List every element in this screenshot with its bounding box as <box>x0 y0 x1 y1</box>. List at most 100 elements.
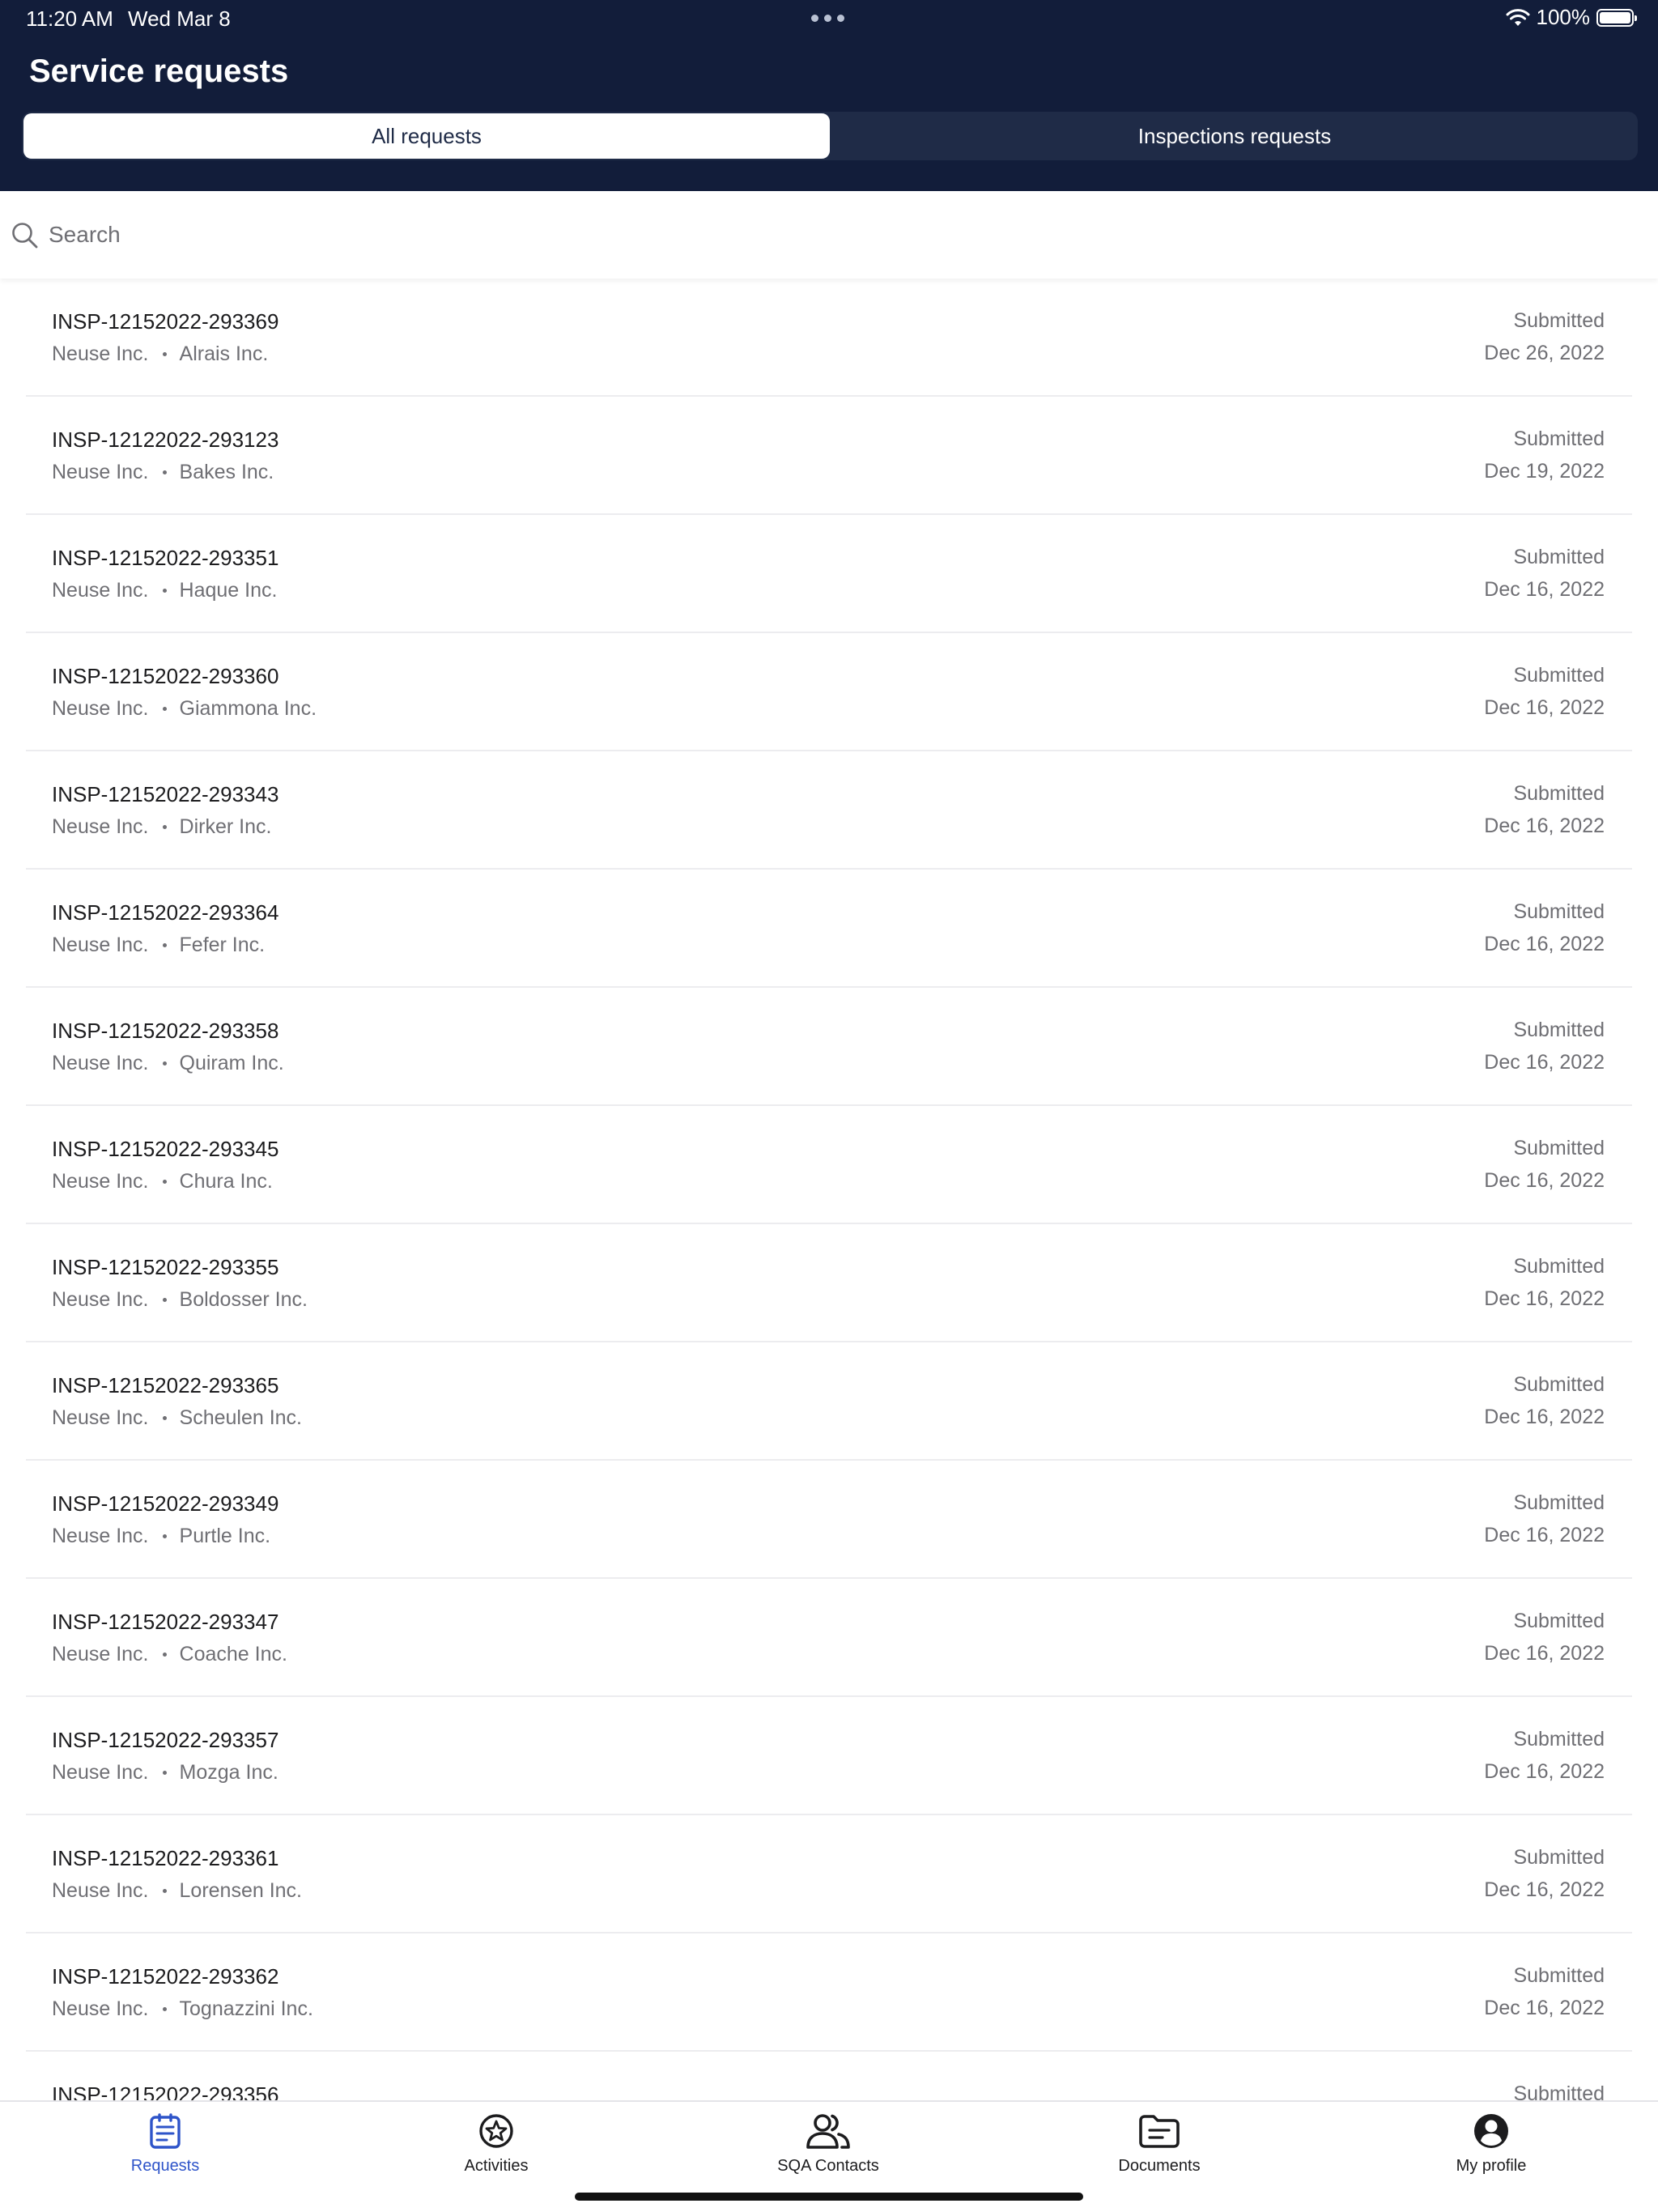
separator-dot-icon <box>162 1180 167 1184</box>
request-to: Haque Inc. <box>179 579 278 602</box>
request-status: Submitted <box>1513 900 1605 923</box>
wifi-icon <box>1506 8 1530 27</box>
request-parties: Neuse Inc. Fefer Inc. <box>52 934 265 957</box>
request-row[interactable]: INSP-12152022-293361 Neuse Inc. Lorensen … <box>0 1815 1658 1933</box>
request-from: Neuse Inc. <box>52 934 149 956</box>
request-parties: Neuse Inc. Haque Inc. <box>52 579 277 602</box>
request-id: INSP-12152022-293347 <box>52 1610 279 1634</box>
request-from: Neuse Inc. <box>52 579 149 602</box>
request-status: Submitted <box>1513 782 1605 805</box>
request-date: Dec 16, 2022 <box>1484 578 1605 601</box>
request-status: Submitted <box>1513 1255 1605 1278</box>
request-row[interactable]: INSP-12152022-293351 Neuse Inc. Haque Inc… <box>0 515 1658 633</box>
request-to: Tognazzini Inc. <box>179 1997 313 2020</box>
separator-dot-icon <box>162 1771 167 1775</box>
tab-label: Requests <box>130 2157 200 2175</box>
folder-icon <box>1138 2112 1180 2150</box>
tab-inspections-requests[interactable]: Inspections requests <box>831 112 1638 160</box>
request-status: Submitted <box>1513 664 1605 687</box>
request-id: INSP-12152022-293345 <box>52 1137 279 1161</box>
request-status: Submitted <box>1513 1491 1605 1514</box>
tab-label: SQA Contacts <box>777 2157 879 2175</box>
status-time: 11:20 AM <box>26 6 113 31</box>
request-row[interactable]: INSP-12152022-293357 Neuse Inc. Mozga Inc… <box>0 1697 1658 1815</box>
request-row[interactable]: INSP-12152022-293358 Neuse Inc. Quiram In… <box>0 988 1658 1106</box>
tab-sqa-contacts[interactable]: SQA Contacts <box>723 2102 933 2183</box>
request-id: INSP-12152022-293351 <box>52 546 279 570</box>
request-row[interactable]: INSP-12152022-293355 Neuse Inc. Boldosser… <box>0 1224 1658 1342</box>
request-status: Submitted <box>1513 1019 1605 1041</box>
request-row[interactable]: INSP-12152022-293356 Submitted <box>0 2052 1658 2100</box>
search-icon <box>11 222 39 253</box>
request-to: Lorensen Inc. <box>179 1879 303 1902</box>
request-from: Neuse Inc. <box>52 1525 149 1547</box>
request-row[interactable]: INSP-12152022-293349 Neuse Inc. Purtle In… <box>0 1461 1658 1579</box>
request-parties: Neuse Inc. Quiram Inc. <box>52 1052 284 1075</box>
search-bar <box>0 191 1658 279</box>
separator-dot-icon <box>162 1298 167 1302</box>
request-id: INSP-12152022-293360 <box>52 664 279 688</box>
request-status: Submitted <box>1513 1610 1605 1632</box>
request-status: Submitted <box>1513 1728 1605 1750</box>
request-id: INSP-12152022-293357 <box>52 1728 279 1752</box>
separator-dot-icon <box>162 707 167 711</box>
request-date: Dec 16, 2022 <box>1484 696 1605 719</box>
request-date: Dec 16, 2022 <box>1484 1287 1605 1310</box>
separator-dot-icon <box>162 589 167 593</box>
request-id: INSP-12152022-293358 <box>52 1019 279 1043</box>
user-circle-icon <box>1473 2112 1509 2150</box>
separator-dot-icon <box>162 470 167 474</box>
request-from: Neuse Inc. <box>52 461 149 483</box>
page-title: Service requests <box>29 53 289 89</box>
request-row[interactable]: INSP-12152022-293369 Neuse Inc. Alrais In… <box>0 279 1658 397</box>
tab-activities[interactable]: Activities <box>391 2102 602 2183</box>
request-row[interactable]: INSP-12152022-293365 Neuse Inc. Scheulen … <box>0 1342 1658 1461</box>
request-parties: Neuse Inc. Scheulen Inc. <box>52 1406 302 1430</box>
request-row[interactable]: INSP-12152022-293364 Neuse Inc. Fefer Inc… <box>0 870 1658 988</box>
separator-dot-icon <box>162 825 167 829</box>
request-from: Neuse Inc. <box>52 1997 149 2020</box>
request-date: Dec 16, 2022 <box>1484 1524 1605 1546</box>
request-row[interactable]: INSP-12152022-293345 Neuse Inc. Chura Inc… <box>0 1106 1658 1224</box>
tab-my-profile[interactable]: My profile <box>1386 2102 1596 2183</box>
search-input[interactable] <box>49 217 1587 253</box>
tab-all-requests[interactable]: All requests <box>23 113 830 159</box>
request-id: INSP-12152022-293369 <box>52 309 279 334</box>
separator-dot-icon <box>162 1534 167 1538</box>
request-parties: Neuse Inc. Lorensen Inc. <box>52 1879 302 1903</box>
request-row[interactable]: INSP-12152022-293360 Neuse Inc. Giammona … <box>0 633 1658 751</box>
request-row[interactable]: INSP-12152022-293343 Neuse Inc. Dirker In… <box>0 751 1658 870</box>
request-row[interactable]: INSP-12152022-293362 Neuse Inc. Tognazzin… <box>0 1933 1658 2052</box>
request-date: Dec 16, 2022 <box>1484 815 1605 837</box>
request-status: Submitted <box>1513 1137 1605 1159</box>
separator-dot-icon <box>162 1061 167 1066</box>
request-date: Dec 16, 2022 <box>1484 1642 1605 1665</box>
request-parties: Neuse Inc. Tognazzini Inc. <box>52 1997 313 2021</box>
request-id: INSP-12152022-293355 <box>52 1255 279 1279</box>
battery-icon <box>1596 8 1637 27</box>
request-row[interactable]: INSP-12122022-293123 Neuse Inc. Bakes Inc… <box>0 397 1658 515</box>
request-from: Neuse Inc. <box>52 697 149 720</box>
separator-dot-icon <box>162 2007 167 2011</box>
request-parties: Neuse Inc. Mozga Inc. <box>52 1761 278 1784</box>
tab-requests[interactable]: Requests <box>60 2102 270 2183</box>
tab-documents[interactable]: Documents <box>1054 2102 1265 2183</box>
status-date: Wed Mar 8 <box>128 6 231 31</box>
request-id: INSP-12152022-293362 <box>52 1964 279 1989</box>
request-id: INSP-12152022-293364 <box>52 900 279 925</box>
request-id: INSP-12152022-293365 <box>52 1373 279 1397</box>
request-from: Neuse Inc. <box>52 815 149 838</box>
request-row[interactable]: INSP-12152022-293347 Neuse Inc. Coache In… <box>0 1579 1658 1697</box>
request-date: Dec 16, 2022 <box>1484 1997 1605 2019</box>
request-from: Neuse Inc. <box>52 1170 149 1193</box>
request-to: Quiram Inc. <box>179 1052 284 1074</box>
request-id: INSP-12152022-293361 <box>52 1846 279 1870</box>
request-to: Purtle Inc. <box>179 1525 271 1547</box>
request-to: Bakes Inc. <box>179 461 274 483</box>
request-from: Neuse Inc. <box>52 1406 149 1429</box>
request-id: INSP-12152022-293343 <box>52 782 279 806</box>
home-indicator[interactable] <box>575 2193 1083 2201</box>
request-status: Submitted <box>1513 309 1605 332</box>
multitasking-dots-icon[interactable] <box>811 15 844 22</box>
request-id: INSP-12122022-293123 <box>52 428 279 452</box>
